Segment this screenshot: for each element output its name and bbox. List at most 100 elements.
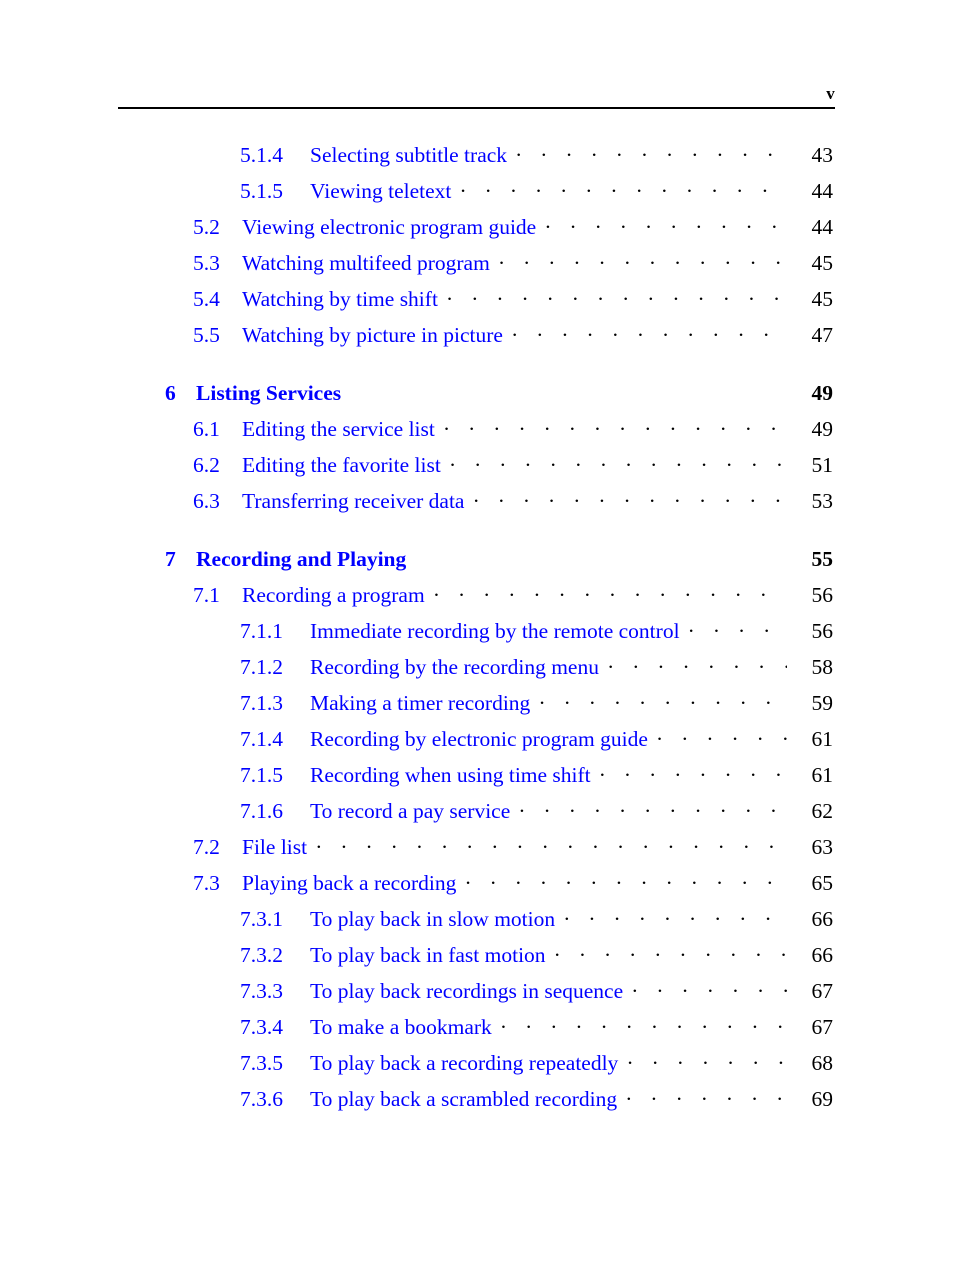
toc-entry-page-number: 56 — [811, 582, 834, 607]
toc-entry-7-1[interactable]: 7.1 Recording a program 56 — [0, 580, 954, 616]
toc-entry-7-3-4[interactable]: 7.3.4 To make a bookmark 67 — [0, 1012, 954, 1048]
toc-entry-page-number: 59 — [811, 690, 834, 715]
toc-entry-5-1-5[interactable]: 5.1.5 Viewing teletext 44 — [0, 176, 954, 212]
toc-entry-page-number: 63 — [811, 834, 834, 859]
toc-entry-5-3[interactable]: 5.3 Watching multifeed program 45 — [0, 248, 954, 284]
toc-entry-7-3-6[interactable]: 7.3.6 To play back a scrambled recording 6… — [0, 1084, 954, 1120]
toc-entry-7-1-5[interactable]: 7.1.5 Recording when using time shift 61 — [0, 760, 954, 796]
dot-leader — [316, 832, 787, 854]
toc-entry-number: 6 — [165, 380, 176, 405]
dot-leader — [627, 1048, 787, 1070]
toc-entry-number: 7.3.4 — [240, 1014, 283, 1039]
toc-entry-page-number: 44 — [811, 178, 834, 203]
toc-entry-6-2[interactable]: 6.2 Editing the favorite list 51 — [0, 450, 954, 486]
dot-leader — [465, 868, 787, 890]
toc-entry-page-number: 49 — [811, 380, 834, 405]
toc-entry-title: Editing the service list — [242, 416, 435, 441]
toc-entry-title: Recording by electronic program guide — [310, 726, 648, 751]
toc-entry-page-number: 67 — [811, 1014, 834, 1039]
toc-entry-number: 7.1.3 — [240, 690, 283, 715]
dot-leader — [450, 450, 787, 472]
dot-leader — [519, 796, 787, 818]
toc-entry-title: Watching by time shift — [242, 286, 438, 311]
toc-entry-page-number: 43 — [811, 142, 834, 167]
toc-entry-7-2[interactable]: 7.2 File list 63 — [0, 832, 954, 868]
toc-entry-number: 7.1.6 — [240, 798, 283, 823]
dot-leader — [460, 176, 787, 198]
toc-entry-page-number: 61 — [811, 762, 834, 787]
toc-entry-number: 5.3 — [193, 250, 220, 275]
running-header: v — [118, 84, 835, 109]
toc-entry-title: Recording by the recording menu — [310, 654, 599, 679]
toc-entry-page-number: 51 — [811, 452, 834, 477]
toc-entry-number: 7.3 — [193, 870, 220, 895]
dot-leader — [539, 688, 787, 710]
toc-entry-page-number: 58 — [811, 654, 834, 679]
toc-entry-number: 7.1.1 — [240, 618, 283, 643]
toc-entry-6[interactable]: 6 Listing Services 49 — [0, 378, 954, 414]
toc-entry-number: 6.3 — [193, 488, 220, 513]
toc-entry-number: 7.2 — [193, 834, 220, 859]
toc-entry-7-1-3[interactable]: 7.1.3 Making a timer recording 59 — [0, 688, 954, 724]
toc-entry-number: 5.1.4 — [240, 142, 283, 167]
toc-entry-7-3[interactable]: 7.3 Playing back a recording 65 — [0, 868, 954, 904]
dot-leader — [512, 320, 787, 342]
toc-entry-page-number: 45 — [811, 250, 834, 275]
toc-entry-number: 5.4 — [193, 286, 220, 311]
toc-entry-title: Listing Services — [196, 380, 342, 405]
toc-entry-title: To play back a scrambled recording — [310, 1086, 618, 1111]
toc-entry-title: Viewing electronic program guide — [242, 214, 537, 239]
toc-entry-page-number: 66 — [811, 942, 834, 967]
toc-entry-number: 7.3.3 — [240, 978, 283, 1003]
toc-entry-page-number: 55 — [811, 546, 834, 571]
toc-entry-5-5[interactable]: 5.5 Watching by picture in picture 47 — [0, 320, 954, 356]
toc-entry-7-3-1[interactable]: 7.3.1 To play back in slow motion 66 — [0, 904, 954, 940]
table-of-contents: 5.1.4 Selecting subtitle track 43 5.1.5 View… — [0, 140, 954, 1120]
toc-entry-7[interactable]: 7 Recording and Playing 55 — [0, 544, 954, 580]
dot-leader — [473, 486, 787, 508]
toc-entry-title: Immediate recording by the remote contro… — [310, 618, 680, 643]
toc-entry-page-number: 68 — [811, 1050, 834, 1075]
toc-entry-number: 7.1.2 — [240, 654, 283, 679]
dot-leader — [657, 724, 787, 746]
toc-entry-5-4[interactable]: 5.4 Watching by time shift 45 — [0, 284, 954, 320]
toc-entry-number: 5.1.5 — [240, 178, 283, 203]
toc-entry-7-3-2[interactable]: 7.3.2 To play back in fast motion 66 — [0, 940, 954, 976]
toc-entry-page-number: 69 — [811, 1086, 834, 1111]
toc-entry-title: Viewing teletext — [310, 178, 452, 203]
toc-entry-title: Playing back a recording — [242, 870, 457, 895]
toc-entry-7-1-1[interactable]: 7.1.1 Immediate recording by the remote c… — [0, 616, 954, 652]
dot-leader — [555, 940, 787, 962]
toc-entry-7-1-2[interactable]: 7.1.2 Recording by the recording menu 58 — [0, 652, 954, 688]
dot-leader — [444, 414, 787, 436]
toc-entry-page-number: 44 — [811, 214, 834, 239]
toc-entry-7-3-3[interactable]: 7.3.3 To play back recordings in sequence… — [0, 976, 954, 1012]
toc-entry-6-3[interactable]: 6.3 Transferring receiver data 53 — [0, 486, 954, 522]
toc-entry-7-1-4[interactable]: 7.1.4 Recording by electronic program gui… — [0, 724, 954, 760]
header-rule — [118, 107, 835, 109]
dot-leader — [434, 580, 787, 602]
toc-entry-title: Watching multifeed program — [242, 250, 490, 275]
dot-leader — [689, 616, 787, 638]
toc-entry-page-number: 66 — [811, 906, 834, 931]
toc-entry-page-number: 62 — [811, 798, 834, 823]
page-folio: v — [826, 84, 835, 103]
toc-entry-5-2[interactable]: 5.2 Viewing electronic program guide 44 — [0, 212, 954, 248]
toc-entry-number: 7.3.5 — [240, 1050, 283, 1075]
dot-leader — [501, 1012, 787, 1034]
dot-leader — [608, 652, 787, 674]
toc-entry-7-3-5[interactable]: 7.3.5 To play back a recording repeatedly… — [0, 1048, 954, 1084]
toc-entry-7-1-6[interactable]: 7.1.6 To record a pay service 62 — [0, 796, 954, 832]
dot-leader — [600, 760, 787, 782]
toc-entry-page-number: 65 — [811, 870, 834, 895]
dot-leader — [632, 976, 787, 998]
toc-entry-number: 7.3.1 — [240, 906, 283, 931]
toc-entry-title: Making a timer recording — [310, 690, 531, 715]
toc-entry-title: Editing the favorite list — [242, 452, 441, 477]
toc-entry-number: 6.2 — [193, 452, 220, 477]
toc-entry-6-1[interactable]: 6.1 Editing the service list 49 — [0, 414, 954, 450]
toc-entry-page-number: 61 — [811, 726, 834, 751]
toc-entry-5-1-4[interactable]: 5.1.4 Selecting subtitle track 43 — [0, 140, 954, 176]
toc-entry-title: To play back a recording repeatedly — [310, 1050, 619, 1075]
toc-entry-number: 7.1.5 — [240, 762, 283, 787]
